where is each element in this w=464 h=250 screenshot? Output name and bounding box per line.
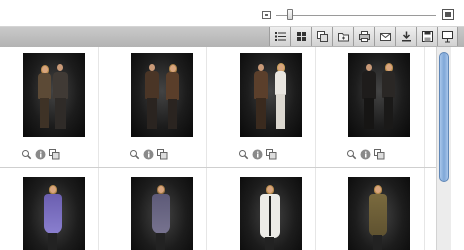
photo-thumbnail[interactable] [131,177,193,250]
photo-thumbnail[interactable] [131,53,193,137]
row-divider [0,167,436,168]
copy-icon[interactable] [266,149,277,160]
photo-thumbnail[interactable] [23,177,85,250]
toolbar [0,26,464,48]
print-icon [358,31,370,42]
zoom-slider-thumb[interactable] [287,9,293,20]
new-folder-button[interactable] [332,27,353,46]
copy-icon[interactable] [157,149,168,160]
info-icon[interactable] [360,149,371,160]
save-icon [421,31,433,42]
column-divider [206,47,207,250]
copy-icon[interactable] [49,149,60,160]
new-folder-icon [337,33,349,42]
thumbnail-grid [0,47,436,250]
photo-thumbnail[interactable] [240,177,302,250]
copy-icon[interactable] [374,149,385,160]
save-button[interactable] [416,27,437,46]
zoom-control [258,8,458,22]
info-icon[interactable] [143,149,154,160]
info-icon[interactable] [252,149,263,160]
email-icon [379,33,391,41]
info-icon[interactable] [35,149,46,160]
column-divider [424,47,425,250]
copy-button[interactable] [311,27,332,46]
zoom-icon[interactable] [346,149,357,160]
print-button[interactable] [353,27,374,46]
slideshow-button[interactable] [437,27,458,46]
photo-thumbnail[interactable] [240,53,302,137]
column-divider [98,47,99,250]
zoom-icon[interactable] [238,149,249,160]
zoom-slider-track[interactable] [276,15,436,16]
zoom-out-icon[interactable] [262,11,271,19]
right-gutter [451,47,464,250]
download-icon [401,31,411,42]
column-divider [315,47,316,250]
slideshow-icon [442,31,453,43]
download-button[interactable] [395,27,416,46]
zoom-in-icon[interactable] [442,9,454,20]
vertical-scrollbar[interactable] [436,47,451,250]
photo-thumbnail[interactable] [23,53,85,137]
grid-view-icon [296,32,306,41]
photo-thumbnail[interactable] [348,53,410,137]
grid-view-button[interactable] [290,27,311,46]
list-view-icon [274,32,286,41]
scrollbar-thumb[interactable] [439,52,449,182]
list-view-button[interactable] [269,27,290,46]
zoom-icon[interactable] [21,149,32,160]
email-button[interactable] [374,27,395,46]
copy-icon [316,31,328,42]
photo-thumbnail[interactable] [348,177,410,250]
zoom-icon[interactable] [129,149,140,160]
